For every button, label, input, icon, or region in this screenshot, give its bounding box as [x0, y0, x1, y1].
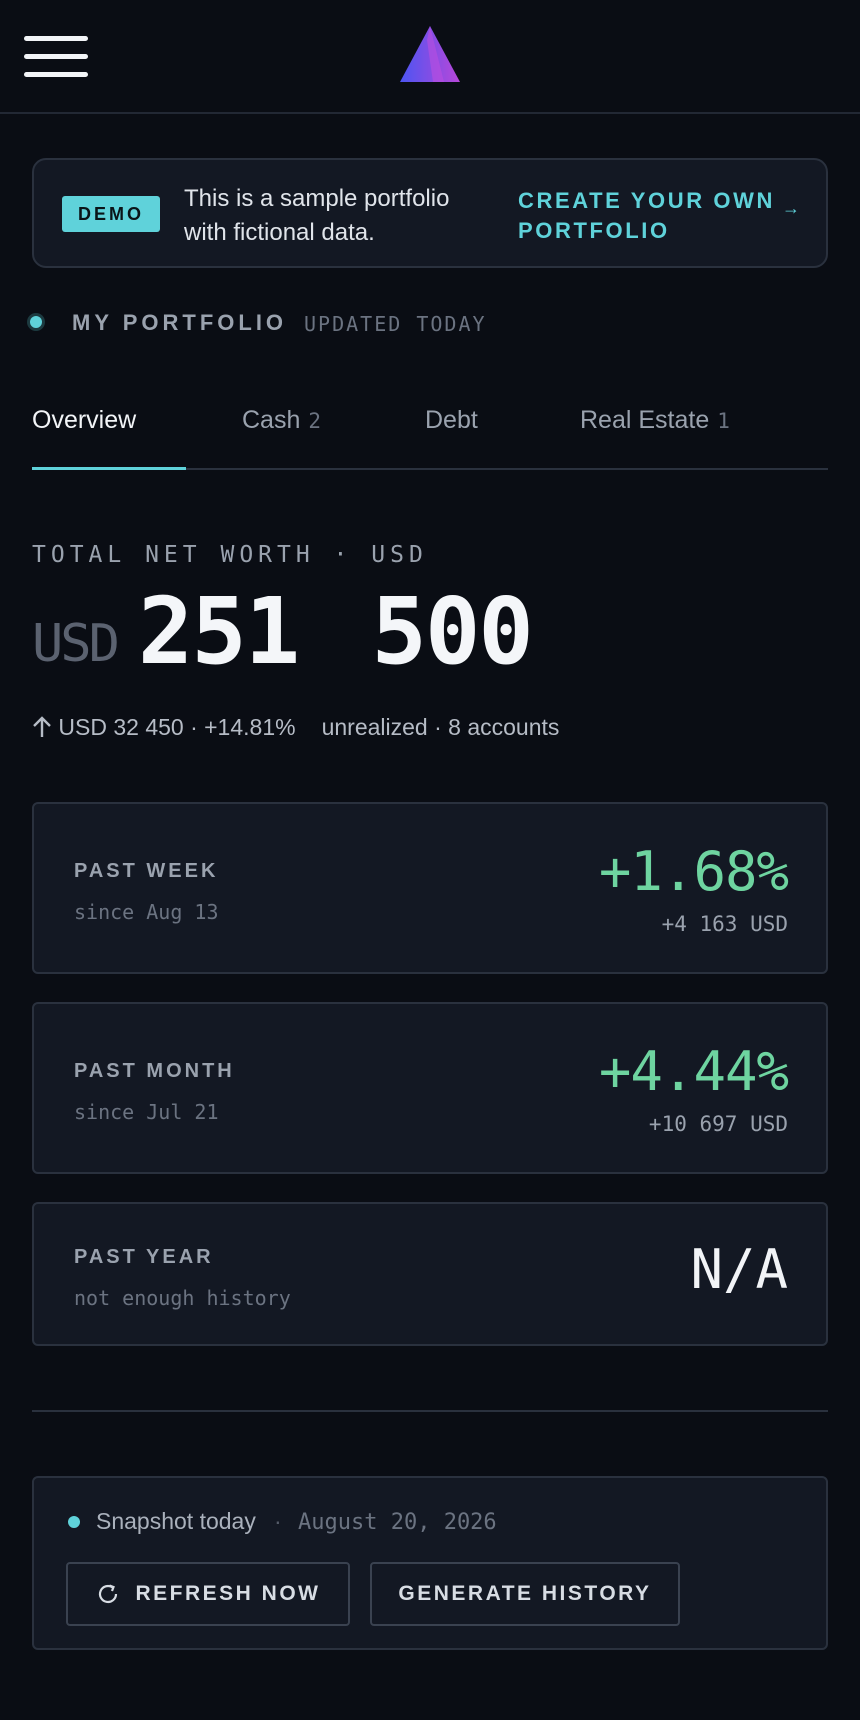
change-details: unrealized · 8 accounts: [321, 714, 560, 740]
demo-description: This is a sample portfolio with fictiona…: [184, 185, 450, 246]
tab-label: Overview: [32, 406, 137, 434]
snapshot-status-dot: [68, 1516, 80, 1528]
active-tab-indicator: [32, 467, 186, 470]
period-amount: +4 163 USD: [661, 912, 788, 936]
net-worth-change: USD 32 450 · +14.81% unrealized · 8 accou…: [32, 714, 559, 741]
tab-cash[interactable]: Cash 2: [242, 406, 321, 435]
generate-label: GENERATE HISTORY: [398, 1582, 652, 1605]
tab-count: 1: [717, 409, 730, 433]
net-worth-value: 251 500: [138, 578, 534, 685]
snapshot-separator: ·: [274, 1508, 282, 1534]
tab-overview[interactable]: Overview: [32, 406, 136, 435]
tab-label: Real Estate: [580, 406, 710, 434]
snapshot-label: Snapshot today: [96, 1508, 256, 1534]
generate-history-button[interactable]: GENERATE HISTORY: [370, 1562, 680, 1626]
create-portfolio-link[interactable]: CREATE YOUR OWN PORTFOLIO: [518, 186, 818, 246]
snapshot-card: Snapshot today · August 20, 2026 REFRESH…: [32, 1476, 828, 1650]
period-title: PAST MONTH: [74, 1060, 235, 1082]
portfolio-tabs: Overview Cash 2 Debt Real Estate 1: [32, 400, 828, 470]
top-bar: [0, 0, 860, 114]
portfolio-updated: UPDATED TODAY: [304, 312, 487, 336]
tab-real-estate[interactable]: Real Estate 1: [580, 406, 730, 435]
period-percent: +1.68%: [598, 840, 789, 903]
demo-banner: DEMO This is a sample portfolio with fic…: [32, 158, 828, 268]
period-since: not enough history: [74, 1286, 291, 1310]
period-percent: +4.44%: [598, 1040, 789, 1103]
arrow-right-icon[interactable]: →: [782, 198, 800, 219]
period-title: PAST YEAR: [74, 1246, 214, 1268]
refresh-icon: [98, 1584, 117, 1604]
refresh-label: REFRESH NOW: [135, 1582, 321, 1605]
period-card-week: PAST WEEK since Aug 13 +1.68% +4 163 USD: [32, 802, 828, 974]
portfolio-title: MY PORTFOLIO: [72, 310, 288, 335]
change-amount: USD 32 450 · +14.81%: [58, 714, 296, 740]
tab-label: Cash: [242, 406, 301, 434]
arrow-up-icon: [33, 716, 51, 737]
snapshot-date: August 20, 2026: [298, 1510, 497, 1535]
period-title: PAST WEEK: [74, 860, 219, 882]
demo-badge: DEMO: [62, 196, 160, 232]
triangle-logo-icon[interactable]: [400, 26, 460, 84]
section-divider: [32, 1410, 828, 1412]
net-worth-label: TOTAL NET WORTH · USD: [32, 542, 428, 568]
period-since: since Aug 13: [74, 900, 219, 924]
portfolio-status-dot: [30, 316, 42, 328]
tab-label: Debt: [425, 406, 478, 434]
period-since: since Jul 21: [74, 1100, 219, 1124]
net-worth-currency: USD: [32, 614, 120, 674]
tab-debt[interactable]: Debt: [425, 406, 478, 435]
period-card-month: PAST MONTH since Jul 21 +4.44% +10 697 U…: [32, 1002, 828, 1174]
period-amount: +10 697 USD: [648, 1112, 788, 1136]
period-card-year: PAST YEAR not enough history N/A: [32, 1202, 828, 1346]
refresh-now-button[interactable]: REFRESH NOW: [66, 1562, 350, 1626]
tab-count: 2: [308, 409, 322, 433]
hamburger-menu-icon[interactable]: [24, 34, 88, 80]
period-value: N/A: [690, 1238, 788, 1301]
